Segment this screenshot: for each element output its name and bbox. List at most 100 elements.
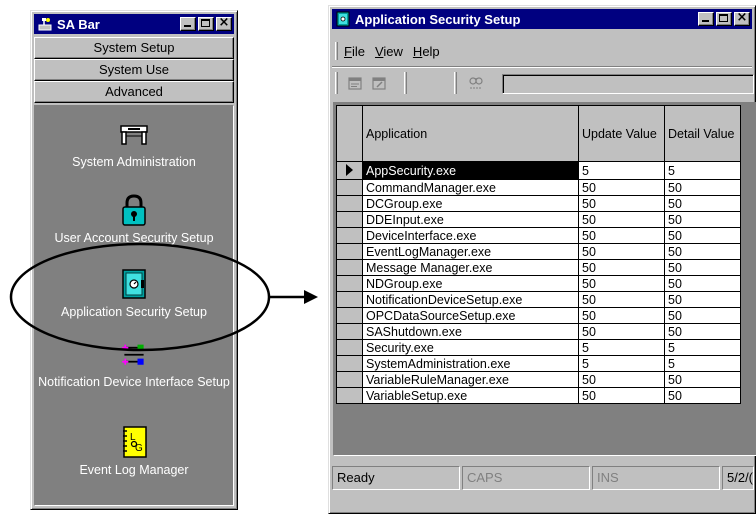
table-row[interactable]: VariableSetup.exe 50 50 [336,387,741,404]
update-value-cell[interactable]: 50 [578,179,665,196]
advanced-button[interactable]: Advanced [34,81,234,103]
maximize-button[interactable] [198,17,214,31]
detail-value-cell[interactable]: 50 [664,211,741,228]
minimize-button[interactable] [698,12,714,26]
table-row[interactable]: EventLogManager.exe 50 50 [336,243,741,260]
toolbar-button-3[interactable] [465,73,487,93]
update-value-cell[interactable]: 50 [578,259,665,276]
application-cell[interactable]: Security.exe [362,339,579,356]
column-header-update-value[interactable]: Update Value [578,105,665,162]
update-value-cell[interactable]: 5 [578,339,665,356]
row-selector[interactable] [336,371,363,388]
update-value-cell[interactable]: 50 [578,227,665,244]
application-cell[interactable]: OPCDataSourceSetup.exe [362,307,579,324]
table-row[interactable]: OPCDataSourceSetup.exe 50 50 [336,307,741,324]
sa-bar-titlebar[interactable]: SA Bar × [34,14,234,34]
detail-value-cell[interactable]: 50 [664,179,741,196]
detail-value-cell[interactable]: 50 [664,291,741,308]
row-selector[interactable] [336,227,363,244]
update-value-cell[interactable]: 5 [578,355,665,372]
row-selector[interactable] [336,211,363,228]
menu-view[interactable]: View [375,44,403,59]
appsec-titlebar[interactable]: Application Security Setup × [332,9,752,29]
table-row[interactable]: SAShutdown.exe 50 50 [336,323,741,340]
table-row[interactable]: DDEInput.exe 50 50 [336,211,741,228]
update-value-cell[interactable]: 50 [578,323,665,340]
application-cell[interactable]: NotificationDeviceSetup.exe [362,291,579,308]
application-cell[interactable]: VariableSetup.exe [362,387,579,404]
detail-value-cell[interactable]: 5 [664,339,741,356]
row-selector[interactable] [336,323,363,340]
tool-user-account-security-setup[interactable]: User Account Security Setup [35,194,233,246]
row-selector[interactable] [336,179,363,196]
table-row[interactable]: VariableRuleManager.exe 50 50 [336,371,741,388]
menu-file[interactable]: File [344,44,365,59]
application-cell[interactable]: Message Manager.exe [362,259,579,276]
menu-help[interactable]: Help [413,44,440,59]
detail-value-cell[interactable]: 5 [664,355,741,372]
maximize-button[interactable] [716,12,732,26]
row-selector[interactable] [336,275,363,292]
detail-value-cell[interactable]: 5 [664,161,741,180]
application-cell[interactable]: VariableRuleManager.exe [362,371,579,388]
detail-value-cell[interactable]: 50 [664,387,741,404]
row-selector[interactable] [336,291,363,308]
update-value-cell[interactable]: 50 [578,195,665,212]
tool-application-security-setup[interactable]: Application Security Setup [35,268,233,320]
application-cell[interactable]: AppSecurity.exe [362,161,579,180]
update-value-cell[interactable]: 50 [578,387,665,404]
detail-value-cell[interactable]: 50 [664,323,741,340]
application-cell[interactable]: DCGroup.exe [362,195,579,212]
application-cell[interactable]: SAShutdown.exe [362,323,579,340]
row-selector[interactable] [336,195,363,212]
row-selector[interactable] [336,259,363,276]
update-value-cell[interactable]: 50 [578,371,665,388]
detail-value-cell[interactable]: 50 [664,307,741,324]
table-row[interactable]: SystemAdministration.exe 5 5 [336,355,741,372]
table-row[interactable]: NDGroup.exe 50 50 [336,275,741,292]
system-use-button[interactable]: System Use [34,59,234,81]
row-selector[interactable] [336,339,363,356]
detail-value-cell[interactable]: 50 [664,243,741,260]
detail-value-cell[interactable]: 50 [664,259,741,276]
table-row[interactable]: DCGroup.exe 50 50 [336,195,741,212]
table-row[interactable]: DeviceInterface.exe 50 50 [336,227,741,244]
column-header-application[interactable]: Application [362,105,579,162]
detail-value-cell[interactable]: 50 [664,275,741,292]
table-row[interactable]: NotificationDeviceSetup.exe 50 50 [336,291,741,308]
row-selector[interactable] [336,243,363,260]
detail-value-cell[interactable]: 50 [664,371,741,388]
close-button[interactable]: × [734,10,750,26]
grid-corner-cell[interactable] [336,105,363,162]
minimize-button[interactable] [180,17,196,31]
application-cell[interactable]: DeviceInterface.exe [362,227,579,244]
application-cell[interactable]: NDGroup.exe [362,275,579,292]
detail-value-cell[interactable]: 50 [664,227,741,244]
update-value-cell[interactable]: 5 [578,161,665,180]
update-value-cell[interactable]: 50 [578,243,665,260]
update-value-cell[interactable]: 50 [578,291,665,308]
application-cell[interactable]: DDEInput.exe [362,211,579,228]
tool-event-log-manager[interactable]: L G Event Log Manager [35,426,233,478]
system-setup-button[interactable]: System Setup [34,37,234,59]
tool-notification-device-interface-setup[interactable]: Notification Device Interface Setup [35,342,233,390]
table-row[interactable]: Security.exe 5 5 [336,339,741,356]
row-selector[interactable] [336,161,363,180]
application-cell[interactable]: EventLogManager.exe [362,243,579,260]
row-selector[interactable] [336,307,363,324]
application-cell[interactable]: CommandManager.exe [362,179,579,196]
update-value-cell[interactable]: 50 [578,307,665,324]
toolbar-combo-field[interactable] [502,74,754,94]
table-row[interactable]: Message Manager.exe 50 50 [336,259,741,276]
row-selector[interactable] [336,387,363,404]
detail-value-cell[interactable]: 50 [664,195,741,212]
update-value-cell[interactable]: 50 [578,211,665,228]
column-header-detail-value[interactable]: Detail Value [664,105,741,162]
close-button[interactable]: × [216,15,232,31]
toolbar-button-2[interactable] [368,73,390,93]
table-row[interactable]: CommandManager.exe 50 50 [336,179,741,196]
toolbar-button-1[interactable] [344,73,366,93]
table-row[interactable]: AppSecurity.exe 5 5 [336,161,741,180]
row-selector[interactable] [336,355,363,372]
update-value-cell[interactable]: 50 [578,275,665,292]
